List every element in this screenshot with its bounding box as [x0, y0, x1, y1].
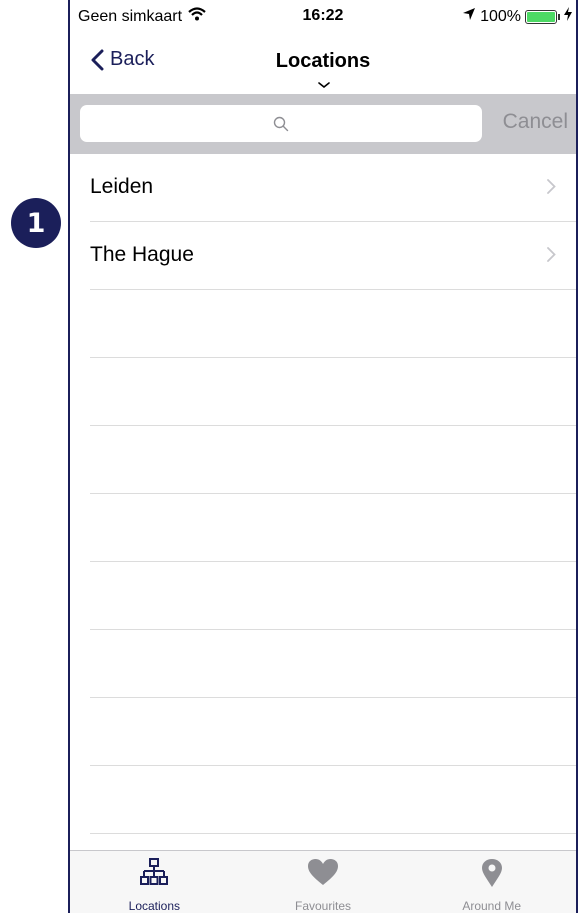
phone-screen: Geen simkaart 16:22 100% Back Locations …	[68, 0, 578, 913]
hierarchy-icon	[140, 858, 169, 885]
list-item[interactable]: Leiden	[70, 154, 576, 222]
search-bar: Cancel	[70, 94, 576, 154]
status-bar: Geen simkaart 16:22 100%	[70, 0, 576, 34]
location-arrow-icon	[462, 7, 476, 26]
list-item-label: The Hague	[90, 243, 194, 266]
battery-fill	[527, 11, 555, 22]
battery-icon	[525, 9, 557, 24]
tab-favourites[interactable]: Favourites	[239, 851, 408, 913]
list-separator	[90, 765, 576, 766]
navigation-bar: Back Locations	[70, 34, 576, 94]
list-separator	[90, 697, 576, 698]
list-item[interactable]: The Hague	[70, 222, 576, 290]
status-right-group: 100%	[462, 7, 572, 26]
heart-icon	[308, 859, 338, 885]
tab-label: Around Me	[462, 899, 522, 913]
map-pin-icon	[481, 859, 502, 887]
list-separator	[90, 221, 576, 222]
cancel-button[interactable]: Cancel	[503, 110, 568, 134]
search-input[interactable]	[80, 105, 482, 142]
chevron-right-icon	[547, 247, 556, 262]
list-separator	[90, 833, 576, 834]
locations-list: Leiden The Hague	[70, 154, 576, 834]
tab-locations[interactable]: Locations	[70, 851, 239, 913]
list-separator	[90, 425, 576, 426]
list-separator	[90, 629, 576, 630]
chevron-down-icon[interactable]	[318, 82, 330, 88]
battery-nub	[558, 13, 560, 20]
tab-label: Favourites	[294, 899, 352, 913]
charging-bolt-icon	[564, 7, 572, 26]
list-separator	[90, 493, 576, 494]
list-item-label: Leiden	[90, 175, 154, 198]
battery-percent: 100%	[480, 7, 521, 25]
chevron-right-icon	[547, 179, 556, 194]
tab-bar: Locations Favourites Around Me	[70, 850, 576, 913]
callout-badge-1: 1	[11, 198, 61, 248]
tab-around-me[interactable]: Around Me	[407, 851, 576, 913]
list-separator	[90, 289, 576, 290]
search-field[interactable]	[80, 105, 482, 142]
list-separator	[90, 357, 576, 358]
page-title: Locations	[275, 50, 371, 72]
tab-label: Locations	[128, 899, 181, 913]
list-separator	[90, 561, 576, 562]
